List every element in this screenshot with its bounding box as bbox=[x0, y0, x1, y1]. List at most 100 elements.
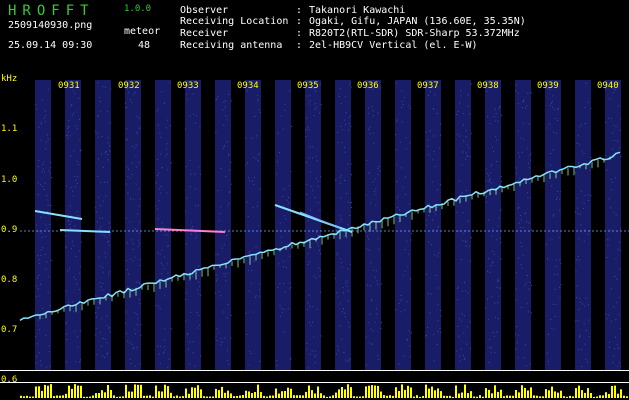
noise-dot bbox=[256, 205, 258, 207]
noise-dot bbox=[377, 168, 379, 170]
noise-dot bbox=[437, 331, 439, 332]
noise-dot bbox=[247, 270, 249, 272]
noise-dot bbox=[343, 235, 345, 237]
noise-dot bbox=[289, 288, 291, 290]
spectrum-band bbox=[425, 80, 441, 370]
spectrum-band bbox=[185, 80, 201, 370]
noise-dot bbox=[378, 166, 380, 168]
noise-dot bbox=[405, 176, 406, 178]
noise-dot bbox=[465, 158, 467, 160]
noise-dot bbox=[609, 229, 611, 231]
noise-dot bbox=[138, 239, 140, 241]
noise-dot bbox=[229, 190, 231, 192]
noise-dot bbox=[620, 118, 622, 120]
noise-dot bbox=[580, 124, 582, 126]
noise-dot bbox=[610, 118, 612, 120]
noise-dot bbox=[529, 155, 531, 157]
noise-dot bbox=[366, 248, 368, 250]
noise-dot bbox=[192, 275, 194, 277]
noise-dot bbox=[134, 328, 136, 330]
noise-dot bbox=[47, 276, 49, 278]
noise-dot bbox=[40, 249, 42, 251]
power-bar bbox=[626, 396, 628, 398]
noise-dot bbox=[396, 197, 398, 199]
noise-dot bbox=[610, 207, 612, 209]
noise-dot bbox=[469, 245, 470, 247]
noise-dot bbox=[44, 182, 46, 184]
noise-dot bbox=[375, 204, 377, 206]
noise-dot bbox=[228, 363, 230, 365]
noise-dot bbox=[523, 138, 525, 140]
noise-dot bbox=[158, 172, 160, 174]
noise-dot bbox=[280, 315, 281, 317]
noise-dot bbox=[260, 188, 262, 190]
noise-dot bbox=[38, 319, 40, 321]
power-bar bbox=[149, 395, 151, 398]
noise-dot bbox=[524, 107, 526, 109]
noise-dot bbox=[223, 311, 225, 313]
power-bar bbox=[170, 392, 172, 398]
power-bar bbox=[278, 393, 280, 398]
power-bar bbox=[473, 396, 475, 398]
noise-dot bbox=[340, 197, 342, 199]
noise-dot bbox=[461, 259, 462, 260]
noise-dot bbox=[590, 195, 592, 197]
noise-dot bbox=[609, 346, 610, 348]
power-bar bbox=[50, 384, 52, 398]
power-bar bbox=[389, 395, 391, 398]
noise-dot bbox=[466, 144, 468, 146]
noise-dot bbox=[66, 339, 68, 340]
power-bar bbox=[242, 395, 244, 398]
power-bar bbox=[599, 395, 601, 398]
noise-dot bbox=[80, 359, 81, 361]
noise-dot bbox=[224, 275, 226, 277]
noise-dot bbox=[223, 102, 225, 103]
power-bar bbox=[458, 393, 460, 398]
noise-dot bbox=[255, 246, 257, 248]
noise-dot bbox=[198, 314, 200, 316]
noise-dot bbox=[158, 200, 160, 202]
noise-dot bbox=[139, 303, 141, 305]
noise-dot bbox=[245, 164, 247, 166]
power-bar bbox=[359, 396, 361, 398]
noise-dot bbox=[524, 284, 526, 286]
noise-dot bbox=[223, 244, 225, 246]
noise-dot bbox=[340, 258, 342, 260]
noise-dot bbox=[430, 91, 431, 93]
noise-dot bbox=[78, 163, 80, 165]
power-bar bbox=[137, 384, 139, 398]
power-bar bbox=[251, 393, 253, 398]
noise-dot bbox=[347, 360, 349, 362]
noise-dot bbox=[38, 275, 40, 276]
noise-dot bbox=[467, 292, 469, 294]
noise-dot bbox=[253, 184, 255, 185]
noise-dot bbox=[199, 126, 201, 128]
noise-dot bbox=[495, 135, 497, 137]
noise-dot bbox=[583, 202, 585, 204]
noise-dot bbox=[161, 91, 163, 93]
noise-dot bbox=[377, 112, 379, 114]
noise-dot bbox=[198, 324, 200, 326]
noise-dot bbox=[95, 295, 97, 297]
noise-dot bbox=[282, 312, 283, 314]
noise-dot bbox=[347, 163, 349, 165]
noise-dot bbox=[339, 325, 341, 327]
power-bar bbox=[254, 392, 256, 398]
power-bar bbox=[191, 387, 193, 398]
power-bar bbox=[197, 385, 199, 398]
power-bar bbox=[227, 390, 229, 398]
noise-dot bbox=[221, 247, 223, 249]
noise-dot bbox=[224, 145, 225, 147]
noise-dot bbox=[374, 276, 376, 278]
noise-dot bbox=[136, 346, 138, 348]
power-bar bbox=[548, 390, 550, 398]
noise-dot bbox=[98, 158, 99, 160]
noise-dot bbox=[220, 206, 222, 208]
noise-dot bbox=[613, 92, 615, 94]
noise-dot bbox=[279, 283, 281, 285]
noise-dot bbox=[399, 141, 401, 143]
noise-dot bbox=[530, 159, 531, 161]
noise-dot bbox=[158, 305, 160, 307]
noise-dot bbox=[344, 96, 346, 98]
noise-dot bbox=[69, 223, 71, 225]
